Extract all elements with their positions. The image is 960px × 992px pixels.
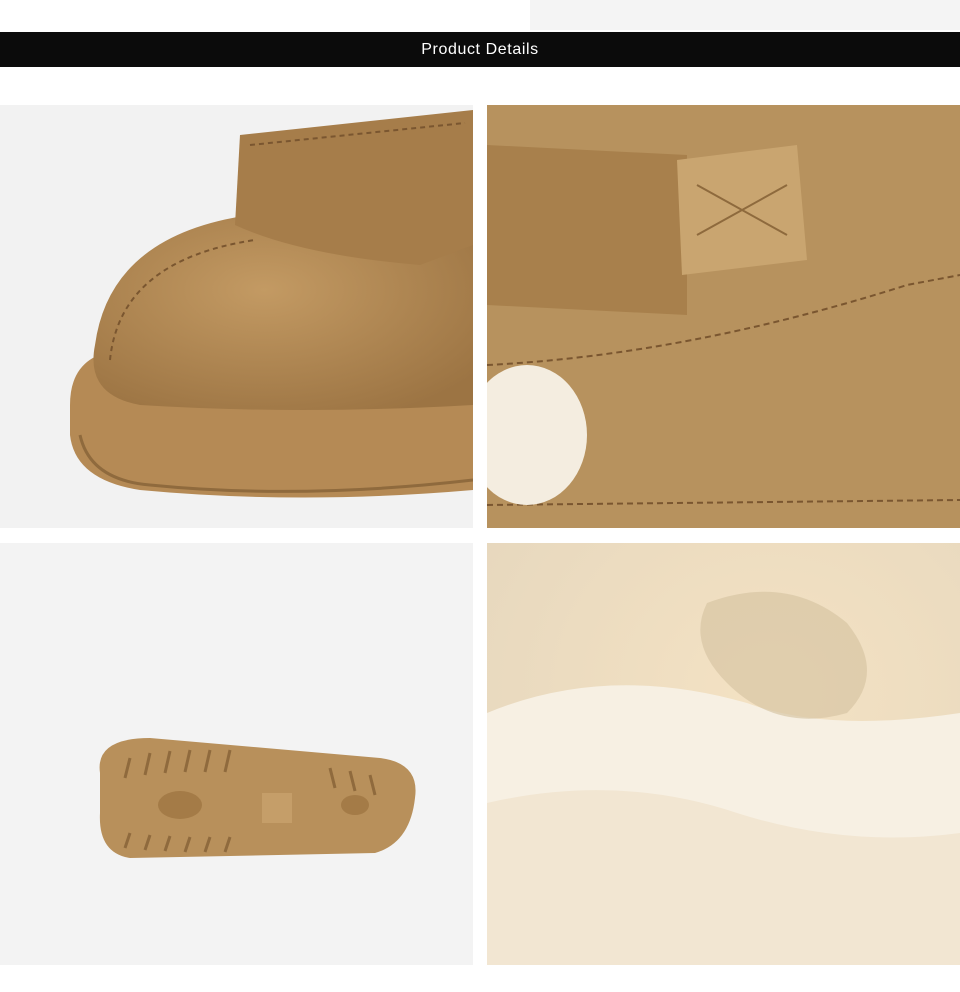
- outsole-image: [0, 543, 473, 965]
- fur-lining-image: [487, 543, 960, 965]
- top-strip-right: [530, 0, 960, 30]
- velcro-strap-image: [487, 105, 960, 528]
- product-details-header: Product Details: [0, 32, 960, 67]
- top-strip-left: [0, 0, 530, 30]
- page-title: Product Details: [421, 40, 539, 58]
- boot-toe-image: [0, 105, 473, 528]
